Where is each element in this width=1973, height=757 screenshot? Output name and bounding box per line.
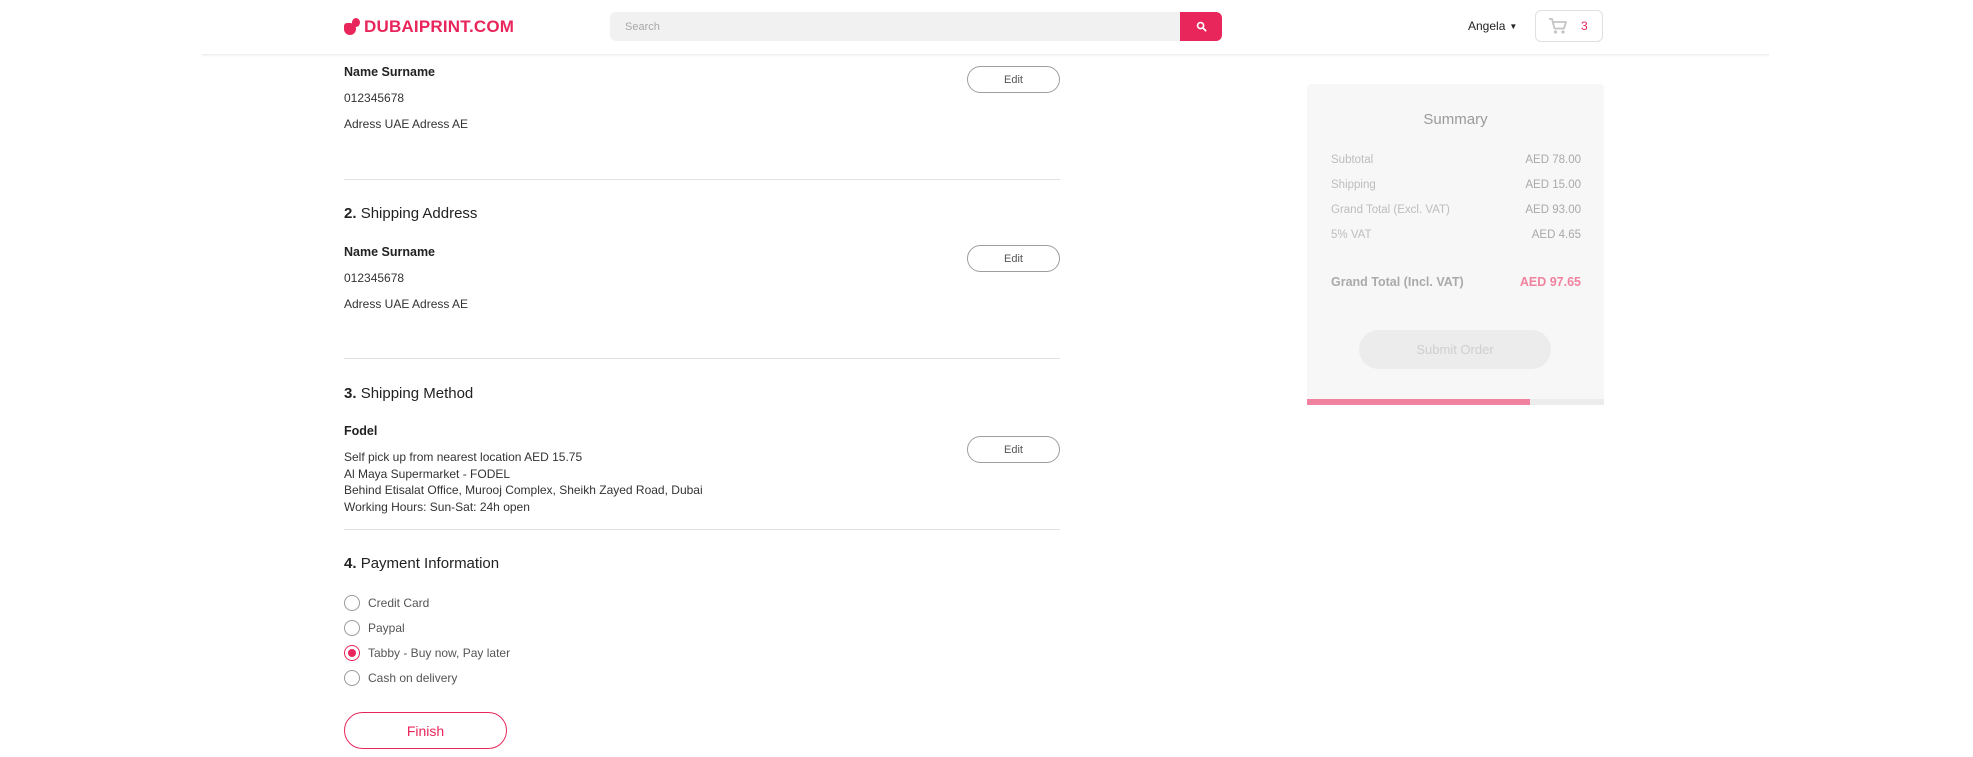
summary-row-subtotal: Subtotal AED 78.00 xyxy=(1331,154,1581,166)
shipping-phone: 012345678 xyxy=(344,271,405,285)
edit-billing-button[interactable]: Edit xyxy=(967,66,1060,93)
search-input[interactable] xyxy=(610,12,1180,41)
radio-button[interactable] xyxy=(344,595,360,611)
grand-total-label: Grand Total (Incl. VAT) xyxy=(1331,275,1464,289)
summary-row-vat: 5% VAT AED 4.65 xyxy=(1331,229,1581,241)
method-line: Self pick up from nearest location AED 1… xyxy=(344,450,583,464)
payment-option-credit-card[interactable]: Credit Card xyxy=(344,595,429,611)
user-name: Angela xyxy=(1468,19,1506,33)
section-number: 3. xyxy=(344,385,357,402)
site-logo[interactable]: DUBAIPRINT.COM xyxy=(344,14,514,40)
search-bar xyxy=(610,12,1222,41)
order-summary-panel: Summary Subtotal AED 78.00 Shipping AED … xyxy=(1307,84,1604,405)
summary-label: Grand Total (Excl. VAT) xyxy=(1331,204,1450,216)
section-divider xyxy=(344,358,1060,359)
shipping-address-line: Adress UAE Adress AE xyxy=(344,297,469,311)
header-divider xyxy=(202,54,1769,57)
logo-icon xyxy=(344,18,362,36)
shipping-name: Name Surname xyxy=(344,245,436,259)
method-line: Working Hours: Sun-Sat: 24h open xyxy=(344,499,530,514)
payment-option-label: Paypal xyxy=(368,621,405,635)
payment-option-label: Tabby - Buy now, Pay later xyxy=(368,646,511,660)
payment-option-tabby[interactable]: Tabby - Buy now, Pay later xyxy=(344,645,510,661)
finish-button[interactable]: Finish xyxy=(344,712,507,749)
logo-text: DUBAIPRINT.COM xyxy=(364,17,515,36)
billing-phone: 012345678 xyxy=(344,91,405,105)
section-number: 4. xyxy=(344,555,357,572)
summary-label: Subtotal xyxy=(1331,154,1374,166)
method-line: Al Maya Supermarket - FODEL xyxy=(344,466,511,481)
summary-title: Summary xyxy=(1423,111,1488,128)
summary-value: AED 93.00 xyxy=(1525,204,1581,216)
edit-shipping-address-button[interactable]: Edit xyxy=(967,245,1060,272)
search-button[interactable] xyxy=(1180,12,1222,41)
summary-row-shipping: Shipping AED 15.00 xyxy=(1331,179,1581,191)
checkout-progress-bar xyxy=(1307,399,1604,405)
grand-total-value: AED 97.65 xyxy=(1519,275,1581,289)
user-menu[interactable]: Angela ▼ xyxy=(1468,19,1517,33)
cart-count: 3 xyxy=(1581,19,1588,33)
method-line: Behind Etisalat Office, Murooj Complex, … xyxy=(344,483,703,497)
section-title-text: Shipping Method xyxy=(360,385,474,402)
shipping-method-title: 3. Shipping Method xyxy=(344,385,473,402)
billing-address: Adress UAE Adress AE xyxy=(344,117,469,131)
search-icon xyxy=(1196,21,1207,32)
section-title-text: Payment Information xyxy=(360,555,500,572)
shipping-carrier: Fodel xyxy=(344,424,378,438)
payment-title: 4. Payment Information xyxy=(344,555,499,572)
radio-button[interactable] xyxy=(344,620,360,636)
section-divider xyxy=(344,179,1060,180)
summary-value: AED 4.65 xyxy=(1531,229,1581,241)
summary-value: AED 78.00 xyxy=(1525,154,1581,166)
cart-icon xyxy=(1549,18,1567,34)
section-title-text: Shipping Address xyxy=(360,205,478,222)
summary-grand-total: Grand Total (Incl. VAT) AED 97.65 xyxy=(1331,275,1581,289)
submit-order-button[interactable]: Submit Order xyxy=(1359,330,1551,369)
payment-option-label: Credit Card xyxy=(368,596,430,610)
billing-name: Name Surname xyxy=(344,65,436,79)
site-header: DUBAIPRINT.COM Angela ▼ 3 xyxy=(0,0,1973,56)
radio-button[interactable] xyxy=(344,670,360,686)
shipping-address-title: 2. Shipping Address xyxy=(344,205,477,222)
summary-label: 5% VAT xyxy=(1331,229,1372,241)
shipping-method-details: Self pick up from nearest location AED 1… xyxy=(344,449,703,515)
cart-button[interactable]: 3 xyxy=(1535,10,1603,42)
summary-value: AED 15.00 xyxy=(1525,179,1581,191)
chevron-down-icon: ▼ xyxy=(1509,21,1518,31)
progress-fill xyxy=(1307,399,1530,405)
radio-button-selected[interactable] xyxy=(344,645,360,661)
summary-row-grand-total-excl: Grand Total (Excl. VAT) AED 93.00 xyxy=(1331,204,1581,216)
section-divider xyxy=(344,529,1060,530)
payment-option-cash-on-delivery[interactable]: Cash on delivery xyxy=(344,670,457,686)
section-number: 2. xyxy=(344,205,357,222)
summary-label: Shipping xyxy=(1331,179,1376,191)
edit-shipping-method-button[interactable]: Edit xyxy=(967,436,1060,463)
payment-option-label: Cash on delivery xyxy=(368,671,458,685)
payment-option-paypal[interactable]: Paypal xyxy=(344,620,405,636)
